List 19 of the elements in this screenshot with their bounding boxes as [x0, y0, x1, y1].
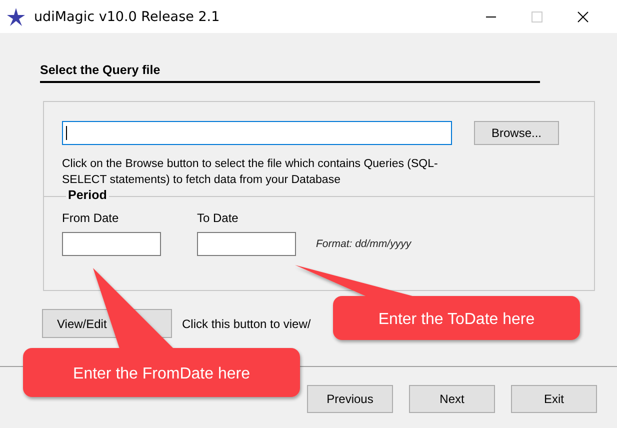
nav-button[interactable]: Previous	[307, 385, 393, 413]
to-date-field[interactable]	[197, 232, 296, 256]
app-star-icon	[6, 6, 26, 26]
view-edit-hint: Click this button to view/	[182, 316, 311, 330]
from-date-field[interactable]	[62, 232, 161, 256]
nav-button[interactable]: Exit	[511, 385, 597, 413]
to-date-label: To Date	[197, 211, 240, 225]
file-hint: Click on the Browse button to select the file which contains Queries (SQL-SELECT statements) to fetch data from your Database	[62, 157, 439, 188]
section-title: Select the Query file	[40, 63, 540, 83]
period-title: Period	[66, 188, 109, 202]
close-icon[interactable]	[577, 10, 589, 22]
from-date-label: From Date	[62, 211, 120, 225]
callout-text: Enter the FromDate here	[73, 366, 250, 382]
browse-button[interactable]: Browse...	[474, 121, 559, 145]
file-path-field[interactable]	[62, 121, 452, 145]
nav-button[interactable]: Next	[409, 385, 495, 413]
callout-text: Enter the ToDate here	[378, 311, 535, 328]
date-format-hint: Format: dd/mm/yyyy	[316, 238, 412, 250]
window-title: udiMagic v10.0 Release 2.1	[34, 8, 221, 24]
